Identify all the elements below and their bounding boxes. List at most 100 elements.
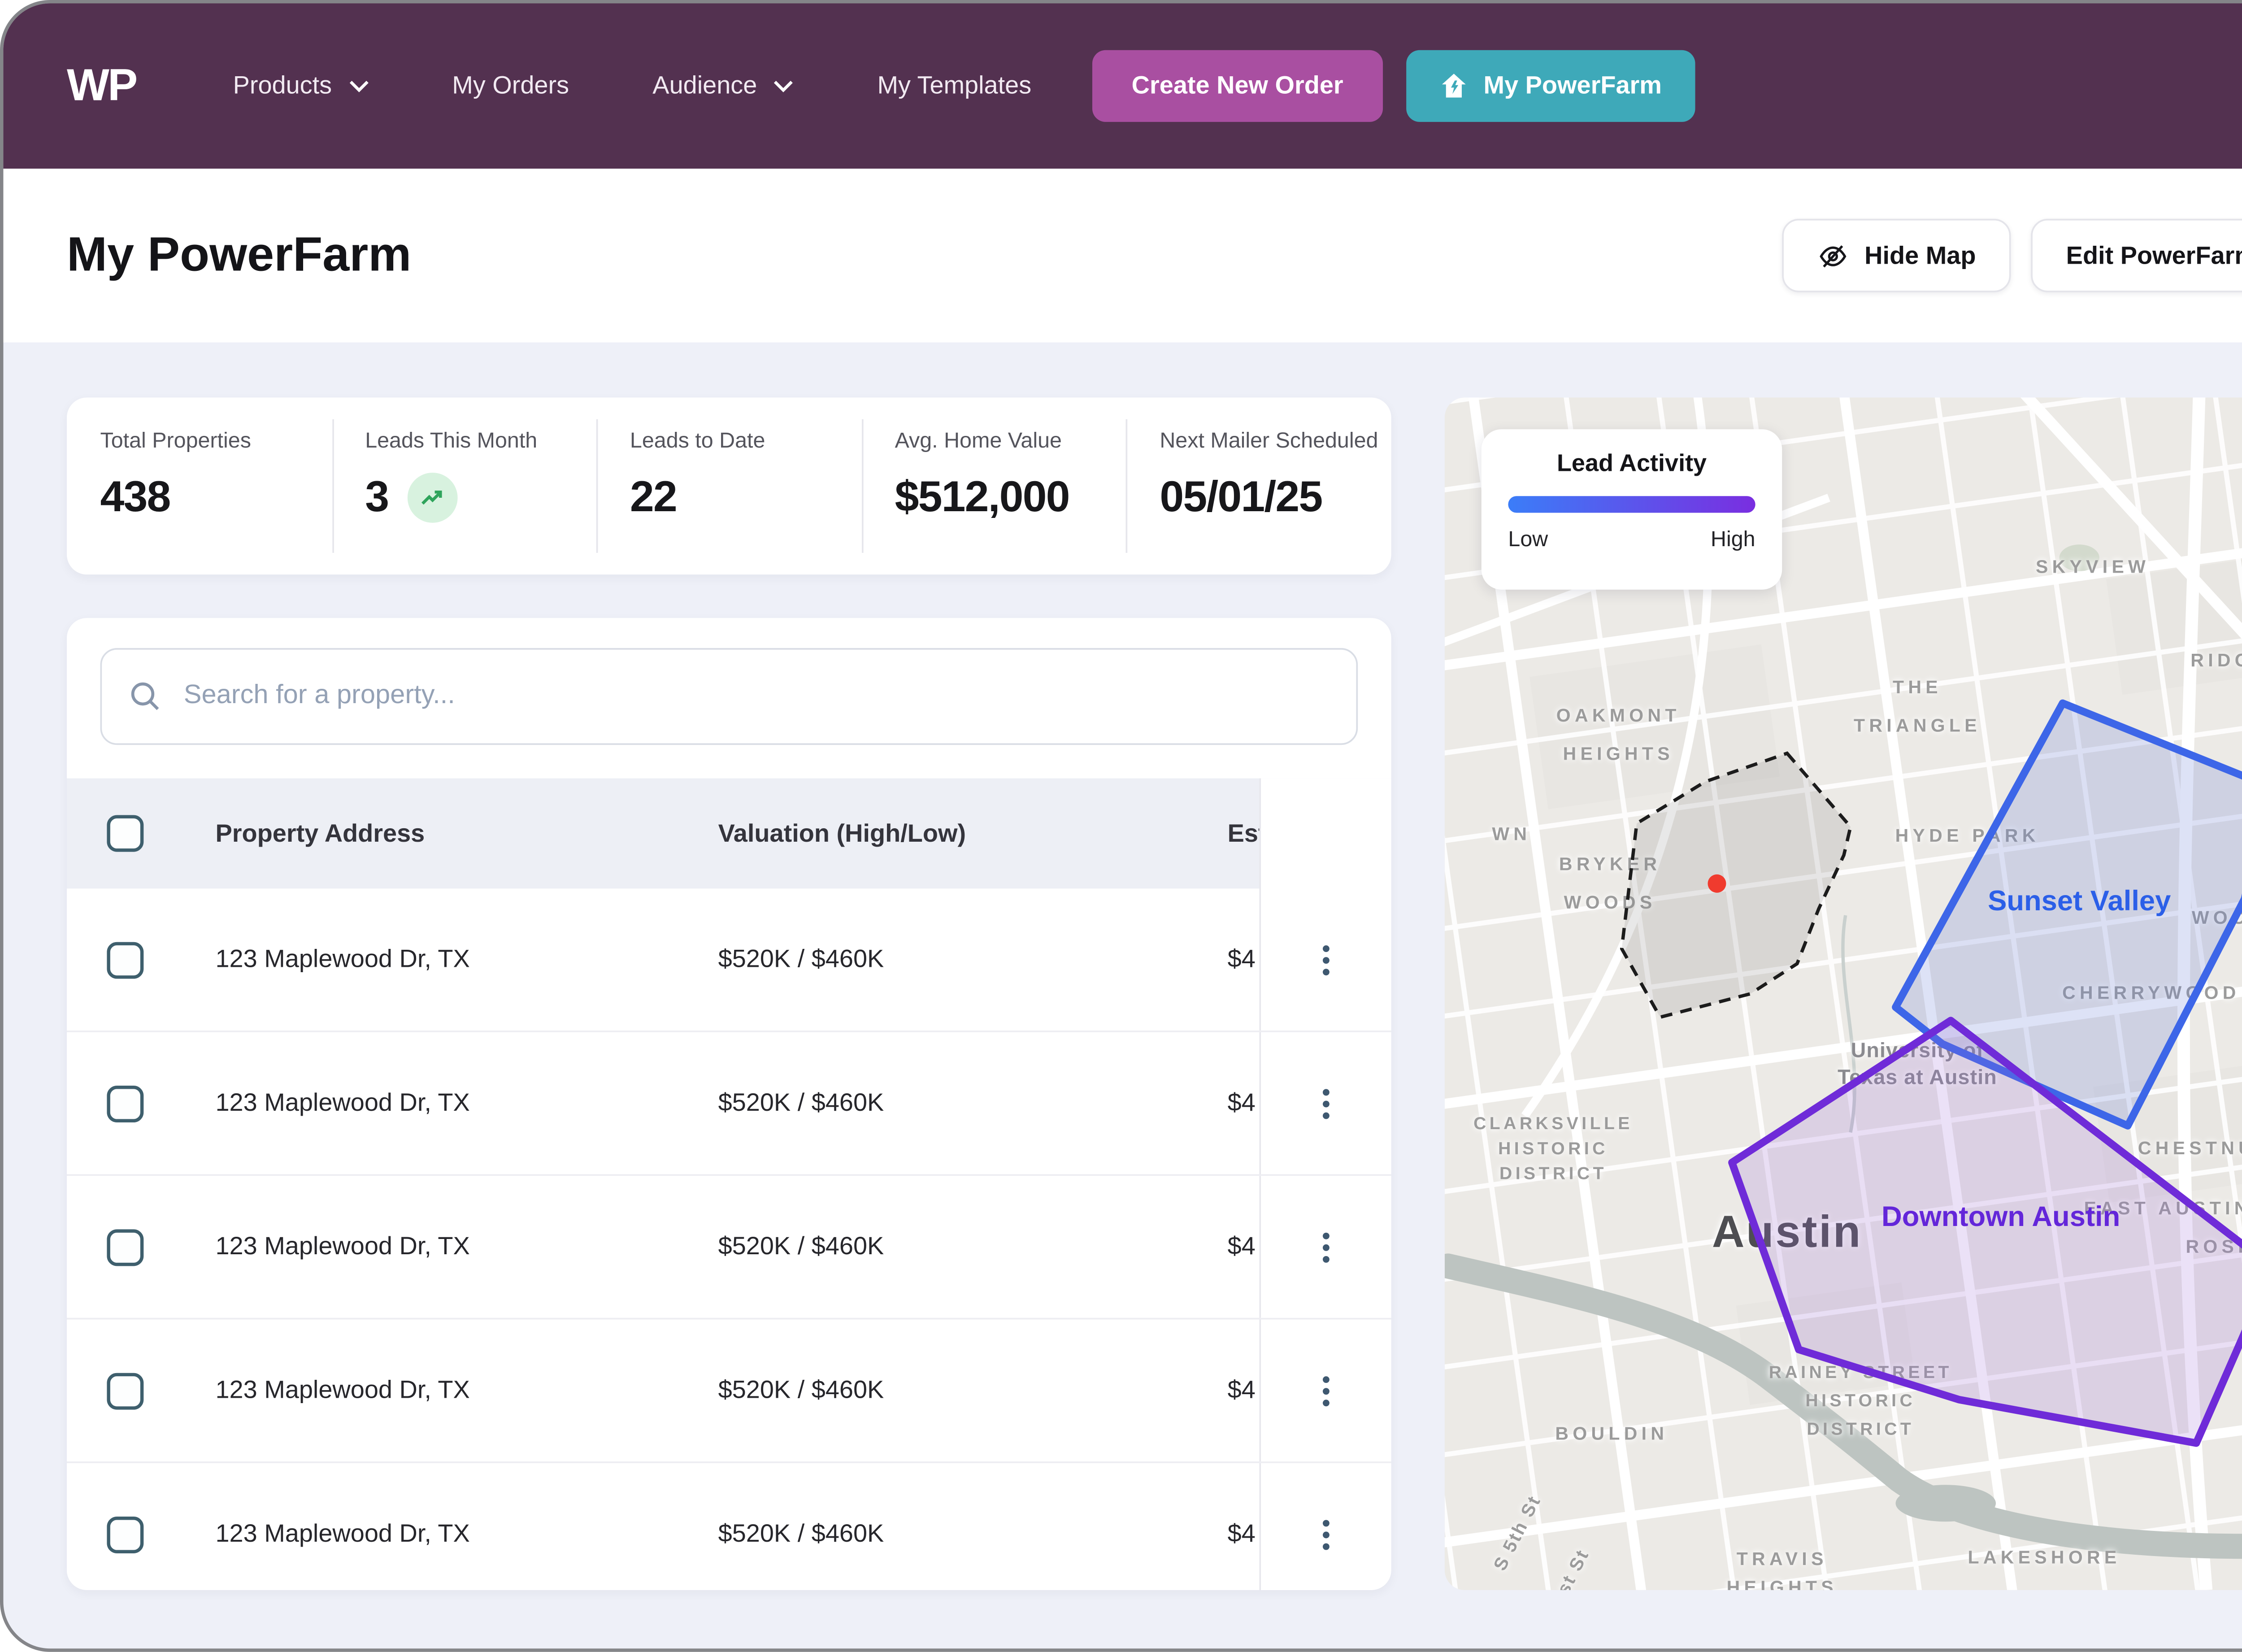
region-label-downtown-austin[interactable]: Downtown Austin bbox=[1881, 1201, 2120, 1234]
stat-value: 438 bbox=[100, 471, 170, 522]
stat-label: Avg. Home Value bbox=[895, 428, 1126, 453]
map-label: LAKESHORE bbox=[1968, 1548, 2121, 1569]
nav-item-my-templates[interactable]: My Templates bbox=[878, 72, 1032, 100]
row-checkbox[interactable] bbox=[107, 941, 143, 978]
street-label: S 1st St bbox=[1539, 1546, 1594, 1590]
column-header-est: Est bbox=[1162, 819, 1259, 848]
row-checkbox[interactable] bbox=[107, 1372, 143, 1409]
edit-powerfarm-label: Edit PowerFarm bbox=[2066, 241, 2242, 270]
map-label: HEIGHTS bbox=[1727, 1578, 1838, 1590]
map-card: OAKMONT HEIGHTS BRYKER WOODS WN THE TRIA… bbox=[1445, 397, 2242, 1590]
stat-value: 05/01/25 bbox=[1160, 471, 1322, 522]
column-header-actions bbox=[1259, 778, 1391, 889]
row-menu-button[interactable] bbox=[1313, 1222, 1340, 1272]
stat-label: Total Properties bbox=[100, 428, 331, 453]
stat-value: 3 bbox=[365, 471, 388, 522]
nav-item-products[interactable]: Products bbox=[233, 72, 369, 100]
map-label: DISTRICT bbox=[1499, 1164, 1607, 1184]
street-label: S 5th St bbox=[1490, 1492, 1546, 1574]
stat-value: $512,000 bbox=[895, 471, 1069, 522]
trend-up-badge bbox=[407, 472, 457, 522]
map-label: CLARKSVILLE bbox=[1473, 1114, 1633, 1134]
cell-address: 123 Maplewood Dr, TX bbox=[177, 1376, 653, 1404]
legend-high-label: High bbox=[1711, 526, 1755, 551]
nav-item-label: Audience bbox=[652, 72, 757, 100]
property-list-card: Property Address Valuation (High/Low) Es… bbox=[67, 618, 1391, 1590]
map-label: CHESTNUT bbox=[2138, 1139, 2242, 1159]
map-label: HYDE PARK bbox=[1895, 827, 2040, 847]
eye-off-icon bbox=[1818, 239, 1850, 271]
map-label: BRYKER bbox=[1559, 855, 1661, 875]
cell-valuation: $520K / $460K bbox=[653, 1233, 1162, 1261]
house-bolt-icon bbox=[1440, 72, 1469, 100]
nav-links: Products My Orders Audience My Templates bbox=[233, 72, 1032, 100]
hide-map-button[interactable]: Hide Map bbox=[1783, 219, 2011, 292]
row-menu-button[interactable] bbox=[1313, 1365, 1340, 1416]
nav-item-my-orders[interactable]: My Orders bbox=[452, 72, 569, 100]
row-menu-button[interactable] bbox=[1313, 1078, 1340, 1128]
page-header: My PowerFarm Hide Map Edit PowerFarm Edi… bbox=[3, 169, 2242, 342]
city-label: Austin bbox=[1712, 1207, 1862, 1258]
row-menu-button[interactable] bbox=[1313, 935, 1340, 985]
nav-item-label: My Templates bbox=[878, 72, 1032, 100]
page-title: My PowerFarm bbox=[67, 228, 411, 283]
legend-title: Lead Activity bbox=[1508, 451, 1755, 478]
map-label: DISTRICT bbox=[1807, 1420, 1914, 1440]
row-menu-button[interactable] bbox=[1313, 1509, 1340, 1559]
legend-low-label: Low bbox=[1508, 526, 1548, 551]
app-logo[interactable]: WP bbox=[67, 60, 136, 112]
map-label: OAKMONT bbox=[1556, 707, 1681, 727]
chevron-down-icon bbox=[774, 79, 794, 93]
map-label: BOULDIN bbox=[1555, 1425, 1668, 1445]
map-label: HEIGHTS bbox=[1563, 745, 1674, 765]
nav-item-audience[interactable]: Audience bbox=[652, 72, 794, 100]
top-nav: WP Products My Orders Audience My Templa… bbox=[3, 3, 2242, 169]
stat-label: Leads to Date bbox=[630, 428, 861, 453]
map-label: THE bbox=[1893, 678, 1942, 698]
stat-next-mailer: Next Mailer Scheduled 05/01/25 bbox=[1126, 397, 1391, 574]
table-row: 123 Maplewood Dr, TX $520K / $460K $4 bbox=[67, 1176, 1391, 1319]
hide-map-label: Hide Map bbox=[1864, 241, 1976, 270]
stat-label: Leads This Month bbox=[365, 428, 596, 453]
cell-est: $4 bbox=[1162, 945, 1259, 974]
stat-label: Next Mailer Scheduled bbox=[1160, 428, 1391, 453]
cell-address: 123 Maplewood Dr, TX bbox=[177, 1233, 653, 1261]
my-powerfarm-button[interactable]: My PowerFarm bbox=[1407, 50, 1695, 122]
table-row: 123 Maplewood Dr, TX $520K / $460K $4 bbox=[67, 1320, 1391, 1463]
table-row: 123 Maplewood Dr, TX $520K / $460K $4 bbox=[67, 1463, 1391, 1590]
row-checkbox[interactable] bbox=[107, 1516, 143, 1552]
trending-up-icon bbox=[420, 487, 443, 507]
stat-avg-home-value: Avg. Home Value $512,000 bbox=[861, 397, 1126, 574]
map-label: WOODS bbox=[1564, 894, 1656, 914]
region-label-sunset-valley[interactable]: Sunset Valley bbox=[1988, 885, 2171, 918]
map-label: TRIANGLE bbox=[1854, 717, 1981, 737]
screenshot-stage: WP Products My Orders Audience My Templa… bbox=[0, 0, 2242, 1652]
map-label: University of bbox=[1851, 1039, 1984, 1062]
cell-valuation: $520K / $460K bbox=[653, 945, 1162, 974]
cell-valuation: $520K / $460K bbox=[653, 1089, 1162, 1117]
nav-item-label: My Orders bbox=[452, 72, 569, 100]
cell-est: $4 bbox=[1162, 1089, 1259, 1117]
map-label: WOOD bbox=[2192, 909, 2242, 929]
column-header-valuation: Valuation (High/Low) bbox=[653, 819, 1162, 848]
cell-est: $4 bbox=[1162, 1376, 1259, 1404]
map-label: TRAVIS bbox=[1737, 1550, 1828, 1570]
create-new-order-button[interactable]: Create New Order bbox=[1091, 50, 1383, 122]
search-input[interactable] bbox=[180, 680, 1330, 713]
cell-valuation: $520K / $460K bbox=[653, 1520, 1162, 1548]
row-checkbox[interactable] bbox=[107, 1229, 143, 1265]
map-label: Texas at Austin bbox=[1838, 1065, 1997, 1089]
select-all-checkbox[interactable] bbox=[107, 815, 143, 852]
row-checkbox[interactable] bbox=[107, 1085, 143, 1122]
property-search bbox=[100, 648, 1358, 745]
header-actions: Hide Map Edit PowerFarm Edit Workflow bbox=[1783, 219, 2242, 292]
column-header-address: Property Address bbox=[177, 819, 653, 848]
cell-est: $4 bbox=[1162, 1233, 1259, 1261]
chevron-down-icon bbox=[348, 79, 369, 93]
map-label: SKYVIEW bbox=[2036, 558, 2150, 578]
cell-address: 123 Maplewood Dr, TX bbox=[177, 945, 653, 974]
cell-address: 123 Maplewood Dr, TX bbox=[177, 1089, 653, 1117]
edit-powerfarm-button[interactable]: Edit PowerFarm bbox=[2031, 219, 2242, 292]
table-header-row: Property Address Valuation (High/Low) Es… bbox=[67, 778, 1391, 889]
table-row: 123 Maplewood Dr, TX $520K / $460K $4 bbox=[67, 1032, 1391, 1176]
